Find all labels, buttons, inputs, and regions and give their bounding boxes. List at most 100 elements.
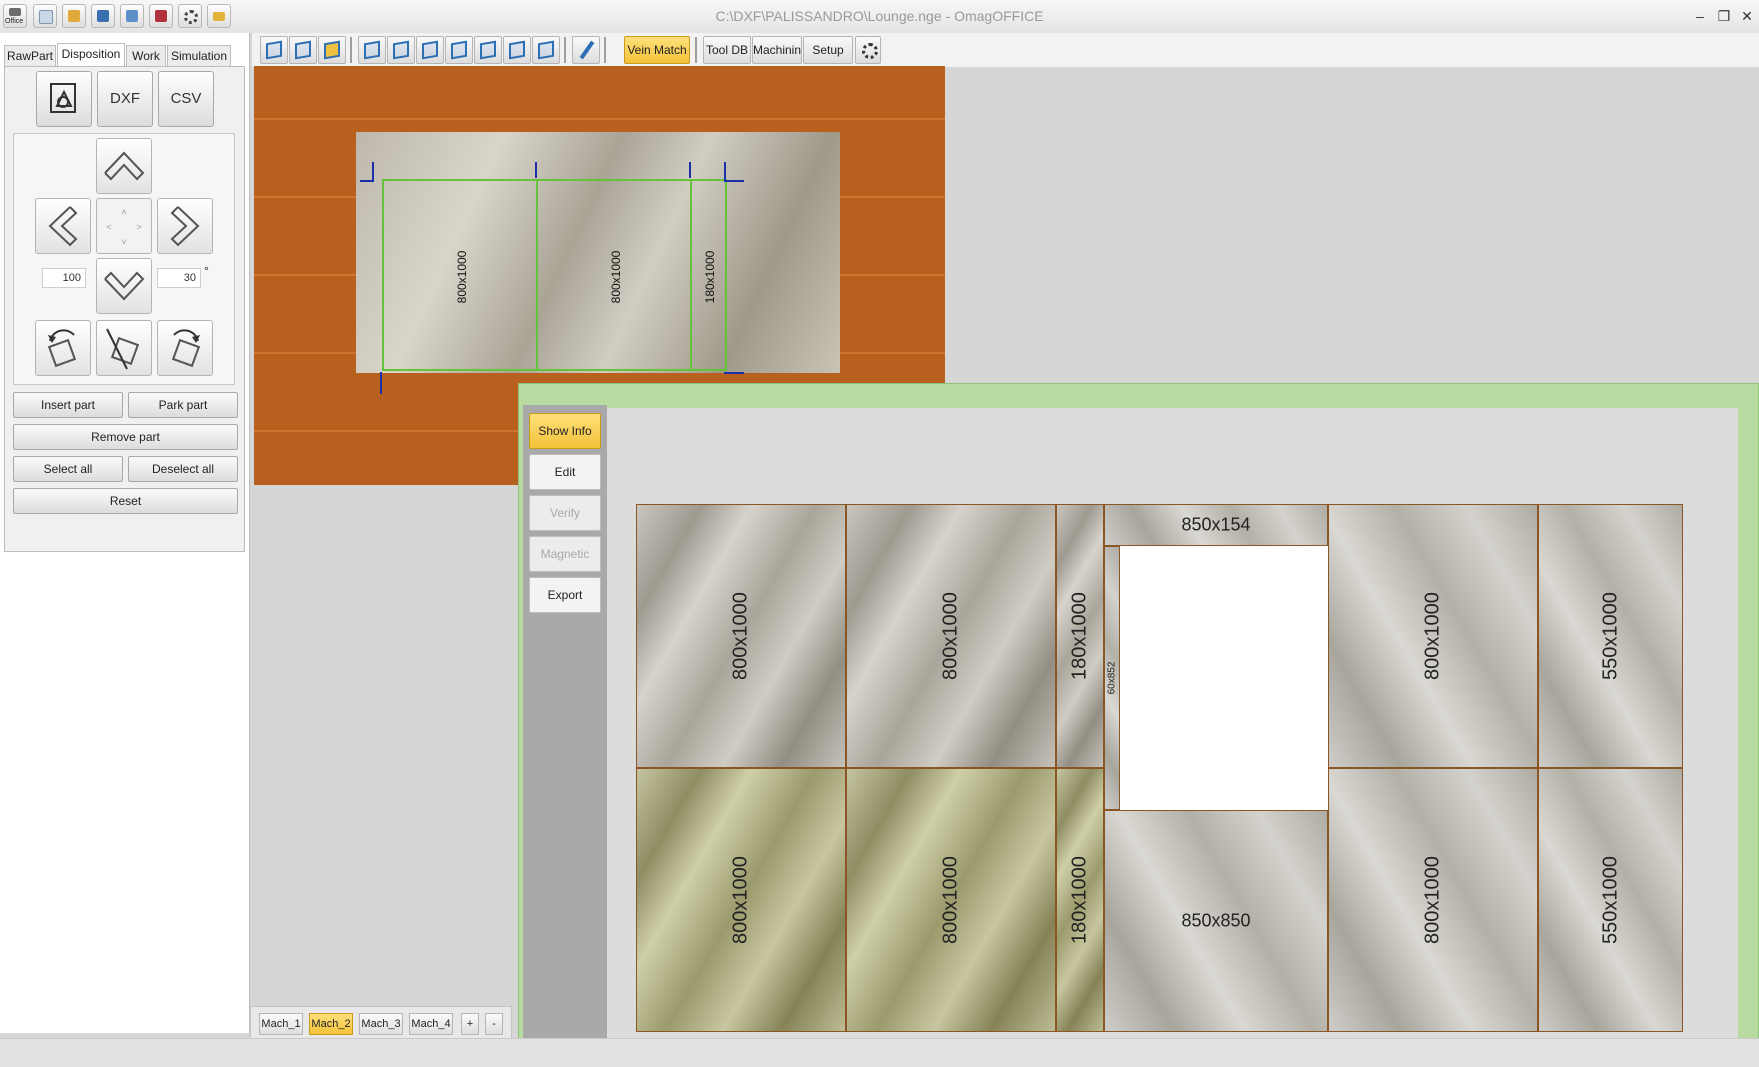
alignment-marker: [380, 372, 382, 394]
restore-button[interactable]: ❐: [1714, 8, 1734, 26]
svg-text:˃: ˃: [136, 222, 141, 232]
tab-mach-2[interactable]: Mach_2: [309, 1013, 353, 1035]
piece-label: 550x1000: [1599, 592, 1621, 680]
park-part-button[interactable]: Park part: [128, 392, 238, 418]
dxf-import-button[interactable]: DXF: [97, 71, 153, 127]
move-left-icon[interactable]: [35, 198, 91, 254]
raw-slab[interactable]: 800x1000 800x1000 180x1000: [356, 132, 840, 373]
left-panel: RawPart Disposition Work Simulation DXF …: [0, 33, 250, 1033]
tab-simulation[interactable]: Simulation: [167, 45, 231, 67]
setup-button[interactable]: Setup: [803, 36, 853, 64]
alignment-marker: [724, 180, 744, 182]
view-iso4-icon[interactable]: [532, 36, 560, 64]
view-front-icon[interactable]: [289, 36, 317, 64]
magnetic-button[interactable]: Magnetic: [529, 536, 601, 572]
view-left-icon[interactable]: [358, 36, 386, 64]
tab-mach-3[interactable]: Mach_3: [359, 1013, 403, 1035]
slab-part[interactable]: 800x1000: [382, 179, 538, 371]
layout-piece-selected[interactable]: 180x1000: [1056, 768, 1104, 1032]
close-button[interactable]: ✕: [1737, 8, 1757, 26]
svg-text:˅: ˅: [121, 237, 126, 247]
move-up-icon[interactable]: [96, 138, 152, 194]
alignment-marker: [689, 162, 691, 178]
disposition-panel: DXF CSV ˄ ˅ ˂ ˃ 100 30 ° Insert part Par…: [4, 66, 245, 552]
edit-button[interactable]: Edit: [529, 454, 601, 490]
deselect-all-button[interactable]: Deselect all: [128, 456, 238, 482]
vein-match-layout: 800x1000 800x1000 180x1000 850x154 60x85…: [636, 504, 1690, 1032]
panel-tabs: RawPart Disposition Work Simulation: [4, 43, 249, 67]
move-right-icon[interactable]: [157, 198, 213, 254]
layout-piece[interactable]: 180x1000: [1056, 504, 1104, 768]
tab-mach-4[interactable]: Mach_4: [409, 1013, 453, 1035]
toolbar-separator: [350, 37, 352, 63]
rotate-cw-icon[interactable]: [157, 320, 213, 376]
view-iso2-icon[interactable]: [474, 36, 502, 64]
layout-piece[interactable]: 800x1000: [636, 504, 846, 768]
piece-label: 60x852: [1106, 661, 1118, 695]
svg-text:˄: ˄: [121, 207, 126, 217]
remove-part-button[interactable]: Remove part: [13, 424, 238, 450]
view-iso3-icon[interactable]: [503, 36, 531, 64]
move-down-icon[interactable]: [96, 258, 152, 314]
layout-piece[interactable]: 800x1000: [846, 504, 1056, 768]
piece-label: 850x154: [1181, 514, 1251, 535]
insert-part-button[interactable]: Insert part: [13, 392, 123, 418]
reset-button[interactable]: Reset: [13, 488, 238, 514]
show-info-button[interactable]: Show Info: [529, 413, 601, 449]
status-bar: [0, 1038, 1759, 1067]
remove-machine-button[interactable]: -: [485, 1013, 503, 1035]
slab-part-label: 180x1000: [703, 250, 717, 304]
select-all-button[interactable]: Select all: [13, 456, 123, 482]
verify-button[interactable]: Verify: [529, 495, 601, 531]
move-center-icon[interactable]: ˄ ˅ ˂ ˃: [96, 198, 152, 254]
tab-rawpart[interactable]: RawPart: [4, 45, 56, 67]
layout-piece[interactable]: 800x1000: [1328, 504, 1538, 768]
machining-button[interactable]: Machining: [752, 36, 802, 64]
gear-icon[interactable]: [855, 36, 881, 64]
step-input[interactable]: 100: [42, 268, 86, 288]
csv-import-button[interactable]: CSV: [158, 71, 214, 127]
title-bar: Office C:\DXF\PALISSANDRO\Lounge.nge - O…: [0, 0, 1759, 34]
empty-opening: [1120, 546, 1328, 810]
rotate-ccw-icon[interactable]: [35, 320, 91, 376]
main-toolbar: Vein Match Tool DB Machining Setup: [252, 33, 1759, 68]
add-machine-button[interactable]: +: [461, 1013, 479, 1035]
slab-part-label: 800x1000: [455, 250, 469, 304]
layout-piece-selected[interactable]: 800x1000: [636, 768, 846, 1032]
piece-label: 550x1000: [1599, 856, 1621, 944]
alignment-marker: [535, 162, 537, 178]
view-back-icon[interactable]: [416, 36, 444, 64]
slab-part[interactable]: 800x1000: [536, 179, 692, 371]
view-3d-icon[interactable]: [318, 36, 346, 64]
tab-mach-1[interactable]: Mach_1: [259, 1013, 303, 1035]
piece-label: 800x1000: [1421, 592, 1444, 680]
minimize-button[interactable]: –: [1690, 8, 1710, 26]
export-button[interactable]: Export: [529, 577, 601, 613]
machine-tabs: Mach_1 Mach_2 Mach_3 Mach_4 + -: [250, 1006, 512, 1041]
slab-part[interactable]: 180x1000: [690, 179, 727, 371]
ruler-icon[interactable]: [572, 36, 600, 64]
layout-piece-selected[interactable]: 800x1000: [846, 768, 1056, 1032]
piece-label: 180x1000: [1068, 592, 1091, 680]
layout-piece[interactable]: 800x1000: [1328, 768, 1538, 1032]
tab-work[interactable]: Work: [126, 45, 166, 67]
alignment-marker: [724, 372, 744, 374]
shape-import-icon[interactable]: [36, 71, 92, 127]
piece-label: 800x1000: [729, 592, 752, 680]
movement-pad: ˄ ˅ ˂ ˃ 100 30 °: [13, 133, 235, 385]
toolbar-separator: [604, 37, 606, 63]
vein-match-button[interactable]: Vein Match: [624, 36, 690, 64]
piece-label: 800x1000: [729, 856, 752, 944]
view-right-icon[interactable]: [387, 36, 415, 64]
layout-piece[interactable]: 850x154: [1104, 504, 1328, 546]
angle-input[interactable]: 30: [157, 268, 201, 288]
view-iso1-icon[interactable]: [445, 36, 473, 64]
layout-piece[interactable]: 550x1000: [1538, 768, 1683, 1032]
tool-db-button[interactable]: Tool DB: [703, 36, 751, 64]
layout-piece[interactable]: 60x852: [1104, 546, 1120, 810]
view-top-icon[interactable]: [260, 36, 288, 64]
layout-piece[interactable]: 550x1000: [1538, 504, 1683, 768]
tab-disposition[interactable]: Disposition: [57, 43, 125, 67]
rotate-free-icon[interactable]: [96, 320, 152, 376]
layout-piece[interactable]: 850x850: [1104, 810, 1328, 1032]
